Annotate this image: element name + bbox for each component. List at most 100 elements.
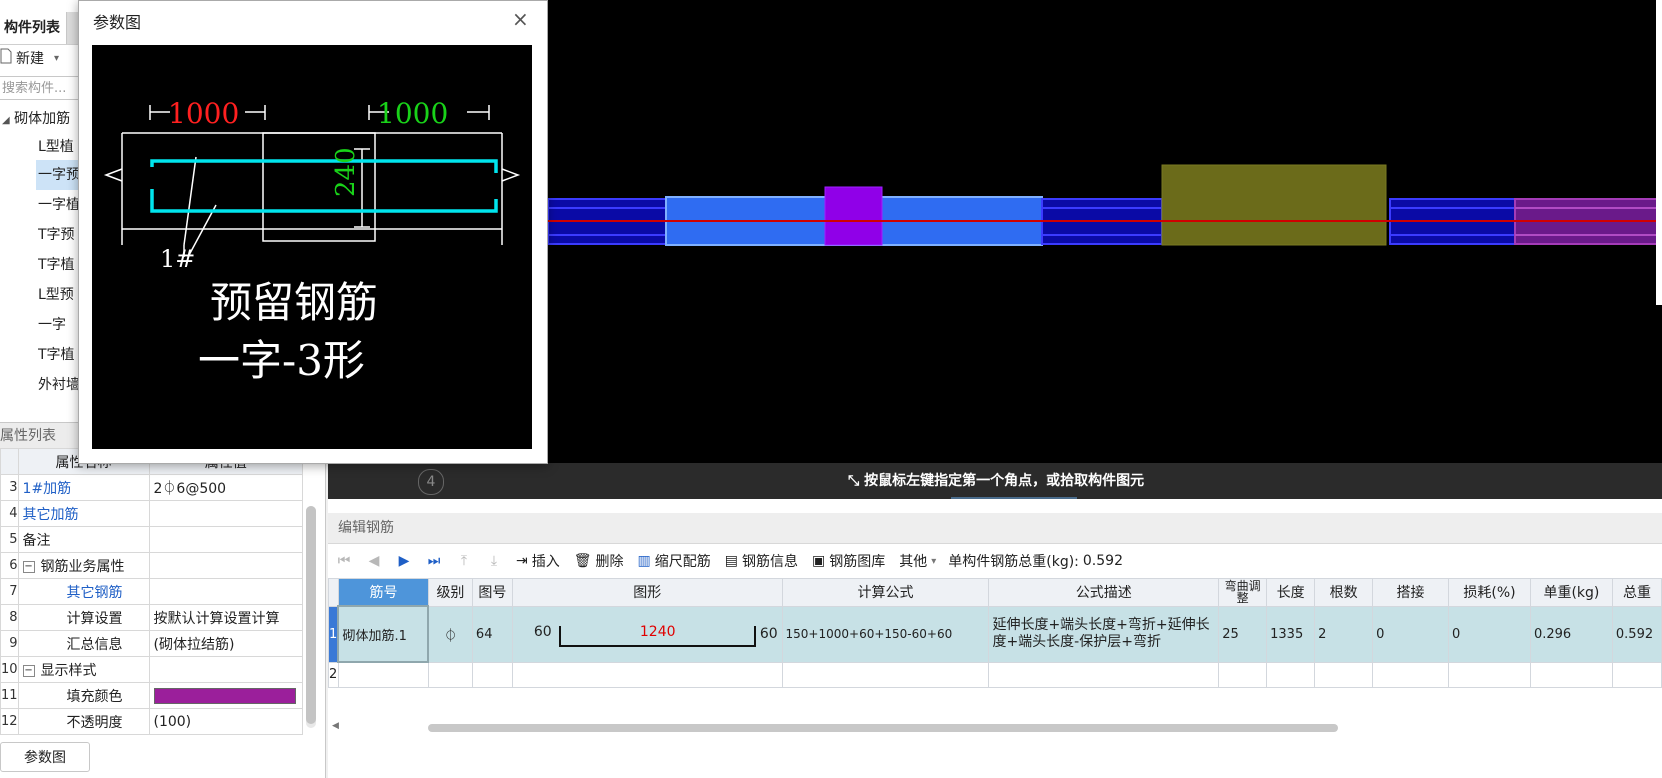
lap-cell[interactable]: 0 (1372, 605, 1449, 663)
grade-cell[interactable]: ⏀ (427, 605, 473, 663)
col-header-lap[interactable]: 搭接 (1372, 578, 1449, 607)
shape-mid-length[interactable]: 1240 (640, 624, 676, 640)
fill-color-value[interactable] (148, 682, 303, 709)
formula-desc-cell[interactable]: 延伸长度+端头长度+弯折+延伸长度+端头长度-保护层+弯折 (988, 605, 1220, 663)
scale-rebar-button[interactable]: ▥ 缩尺配筋 (638, 551, 711, 571)
property-scrollbar[interactable] (306, 506, 316, 728)
property-row[interactable]: 12 不透明度 (100) (0, 708, 303, 735)
rebar-library-button[interactable]: ▣ 钢筋图库 (812, 551, 885, 571)
param-figure-tab[interactable]: 参数图 (0, 742, 90, 772)
property-name: 备注 (17, 526, 150, 553)
loss-cell[interactable]: 0 (1448, 605, 1531, 663)
editor-hscrollbar[interactable]: ◀ (328, 721, 1662, 735)
new-dropdown-caret[interactable]: ▾ (54, 53, 59, 64)
tree-item[interactable]: L型预 (38, 280, 80, 310)
bar-chart-icon: ▥ (637, 553, 651, 569)
prev-record-icon[interactable]: ◀ (366, 553, 382, 569)
editor-hscrollbar-thumb[interactable] (428, 724, 1338, 732)
property-value[interactable]: (100) (148, 708, 303, 735)
tree-item[interactable]: T字植 (38, 250, 80, 280)
rebar-info-button[interactable]: ▤ 钢筋信息 (725, 551, 798, 571)
move-up-icon[interactable]: ⤒ (456, 553, 472, 569)
first-record-icon[interactable]: ⏮ (336, 553, 352, 569)
olive-block-element[interactable] (1161, 164, 1387, 246)
next-record-icon[interactable]: ▶ (396, 553, 412, 569)
collapse-icon[interactable]: − (22, 560, 35, 573)
property-group-row[interactable]: 6 − 钢筋业务属性 (0, 552, 303, 579)
tree-item[interactable]: T字预 (38, 220, 80, 250)
property-value[interactable]: (砌体拉结筋) (148, 630, 303, 657)
property-row[interactable]: 8 计算设置 按默认计算设置计算 (0, 604, 303, 631)
formula-cell[interactable]: 150+1000+60+150-60+60 (781, 605, 990, 663)
property-row[interactable]: 9 汇总信息 (砌体拉结筋) (0, 630, 303, 657)
bar-name-cell[interactable]: 砌体加筋.1 (337, 605, 430, 663)
total-weight-label: 单构件钢筋总重(kg): (948, 554, 1079, 570)
col-header-formula[interactable]: 计算公式 (781, 578, 990, 607)
tree-item[interactable]: 一字 (38, 310, 80, 340)
property-row[interactable]: 11 填充颜色 (0, 682, 303, 709)
table-row[interactable]: 1 砌体加筋.1 ⏀ 64 60 1240 60 150+1000+60+150… (328, 605, 1662, 663)
shape-left-length[interactable]: 60 (534, 624, 552, 640)
col-header-bend-adjust[interactable]: 弯曲调整 (1218, 578, 1268, 607)
other-dropdown[interactable]: 其他 ▾ (899, 551, 936, 571)
property-row[interactable]: 7 其它钢筋 (0, 578, 303, 605)
col-header-fig-no[interactable]: 图号 (471, 578, 513, 607)
component-search-input[interactable]: 搜索构件... (0, 76, 80, 100)
tree-item[interactable]: T字植 (38, 340, 80, 370)
tree-item[interactable]: 外衬墙 (38, 370, 80, 400)
move-down-icon[interactable]: ⤓ (486, 553, 502, 569)
property-scrollbar-thumb[interactable] (306, 506, 316, 724)
col-header-loss[interactable]: 损耗(%) (1448, 578, 1531, 607)
col-header-count[interactable]: 根数 (1314, 578, 1374, 607)
length-cell[interactable]: 1335 (1266, 605, 1316, 663)
property-row[interactable]: 4 其它加筋 (0, 500, 303, 527)
unit-weight-cell[interactable]: 0.296 (1529, 605, 1613, 663)
col-header-length[interactable]: 长度 (1266, 578, 1316, 607)
property-value[interactable]: 2⏀6@500 (148, 474, 303, 501)
col-header-unit-weight[interactable]: 单重(kg) (1529, 578, 1613, 607)
property-row[interactable]: 3 1#加筋 2⏀6@500 (0, 474, 303, 501)
property-value[interactable] (148, 578, 303, 605)
viewport-canvas[interactable] (548, 0, 1662, 463)
dialog-title: 参数图 (93, 13, 142, 32)
col-header-total-weight[interactable]: 总重 (1611, 578, 1662, 607)
scroll-left-icon[interactable]: ◀ (332, 721, 339, 731)
height-dimension: 240 (331, 147, 361, 197)
last-record-icon[interactable]: ⏭ (426, 553, 442, 569)
property-group-row[interactable]: 10 − 显示样式 (0, 656, 303, 683)
tree-item[interactable]: L型植 (38, 132, 80, 162)
col-header-bar-no[interactable]: 筋号 (337, 578, 429, 607)
tree-item-selected[interactable]: 一字预 (36, 160, 80, 190)
library-icon: ▣ (811, 553, 826, 569)
count-cell[interactable]: 2 (1314, 605, 1374, 663)
insert-button[interactable]: ⇥ 插入 (516, 551, 560, 571)
property-value[interactable] (148, 526, 303, 553)
property-value[interactable] (148, 500, 303, 527)
collapse-icon[interactable]: − (22, 664, 35, 677)
column-element[interactable] (824, 186, 883, 246)
property-value[interactable]: 按默认计算设置计算 (148, 604, 303, 631)
property-name: 其它加筋 (17, 500, 150, 527)
shape-cell[interactable]: 60 1240 60 (511, 605, 783, 663)
delete-button[interactable]: 🗑 删除 (574, 551, 624, 571)
fill-color-swatch[interactable] (153, 687, 296, 704)
expand-triangle-icon[interactable]: ◢ (2, 115, 10, 126)
close-icon[interactable]: × (512, 7, 529, 31)
col-header-grade[interactable]: 级别 (427, 578, 473, 607)
total-weight-cell[interactable]: 0.592 (1611, 605, 1662, 663)
row-number[interactable]: 2 (328, 661, 339, 688)
tab-component-list[interactable]: 构件列表 (0, 12, 66, 44)
col-header-shape[interactable]: 图形 (511, 578, 783, 607)
fig-no-cell[interactable]: 64 (471, 605, 513, 663)
drawing-viewport[interactable] (548, 0, 1662, 463)
table-row-empty[interactable]: 2 (328, 661, 1662, 688)
property-row[interactable]: 5 备注 (0, 526, 303, 553)
row-number[interactable]: 1 (328, 605, 339, 663)
tree-root-masonry-rebar[interactable]: ◢ 砌体加筋 (2, 104, 70, 134)
shape-right-length[interactable]: 60 (760, 626, 778, 642)
bend-cell[interactable]: 25 (1218, 605, 1268, 663)
rebar-editor-header: 编辑钢筋 (328, 513, 1662, 544)
tree-item[interactable]: 一字植 (38, 190, 80, 220)
new-button[interactable]: 新建 ▾ (0, 48, 59, 68)
col-header-formula-desc[interactable]: 公式描述 (988, 578, 1220, 607)
